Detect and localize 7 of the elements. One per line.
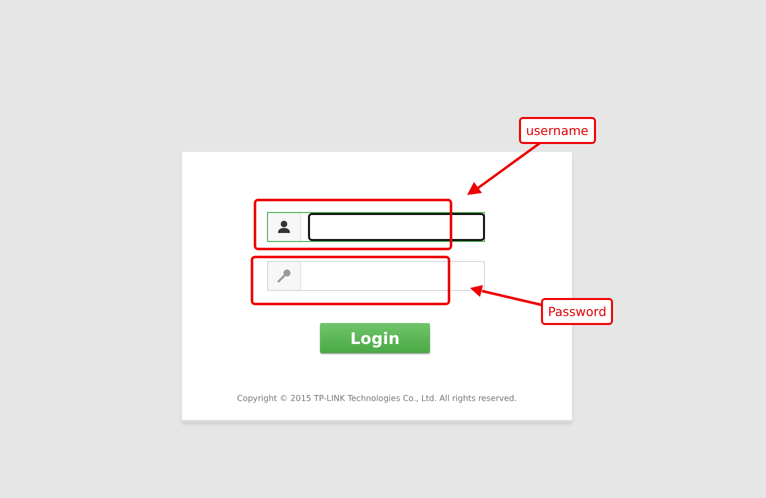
- password-field[interactable]: [267, 261, 485, 291]
- copyright-text: Copyright © 2015 TP-LINK Technologies Co., Ltd. All rights reserved.: [237, 393, 518, 403]
- callout-label: Password: [541, 298, 614, 325]
- user-icon: [277, 220, 291, 234]
- callout-label: username: [519, 117, 596, 144]
- login-button[interactable]: Login: [320, 323, 430, 353]
- key-icon: [276, 268, 292, 284]
